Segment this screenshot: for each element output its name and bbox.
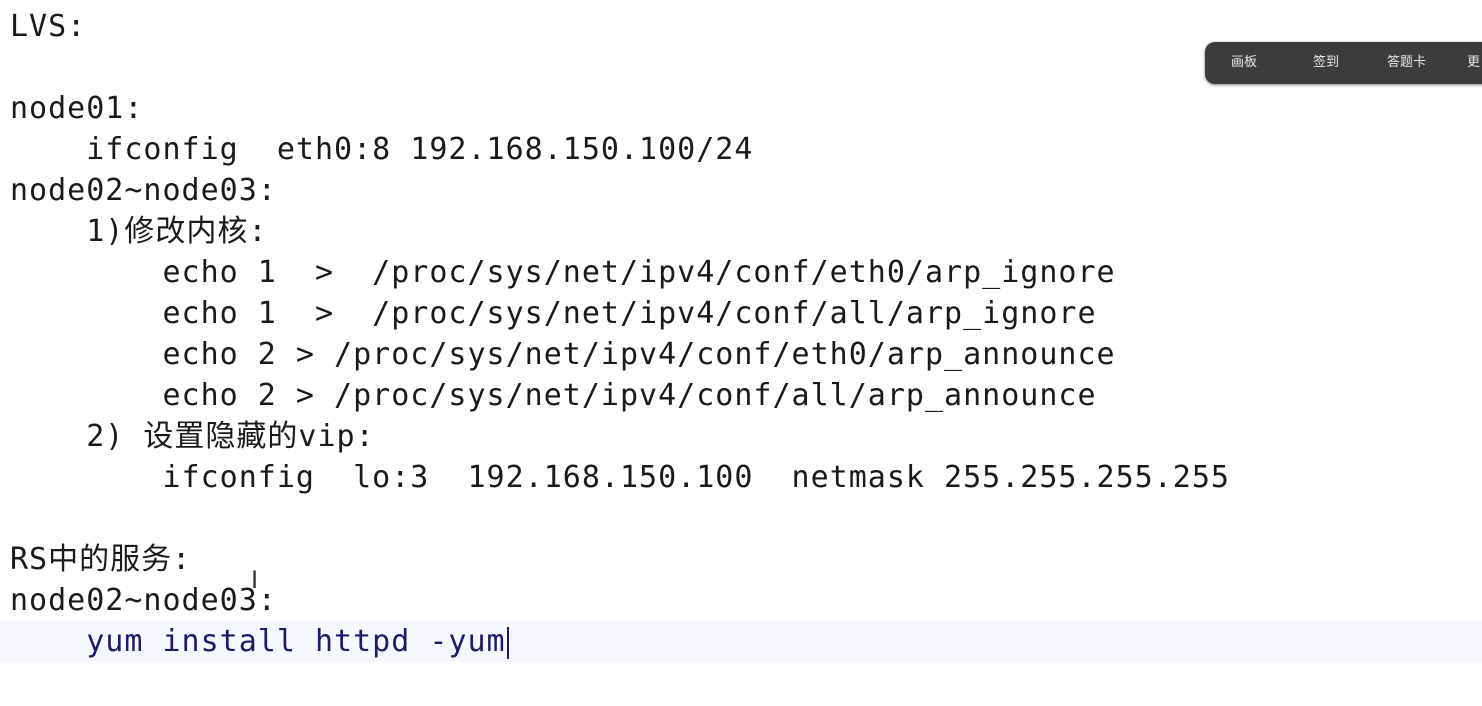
text-caret xyxy=(506,626,509,659)
editor-line[interactable]: echo 1 > /proc/sys/net/ipv4/conf/eth0/ar… xyxy=(10,252,1116,293)
ibeam-cursor-icon: I xyxy=(251,566,259,594)
editor-line[interactable]: node01: xyxy=(10,88,143,129)
toolbar-item-more[interactable]: 更 xyxy=(1467,42,1480,84)
editor-line[interactable]: 2) 设置隐藏的vip: xyxy=(10,416,375,457)
current-line-text: yum install httpd -yum xyxy=(10,624,506,659)
floating-toolbar: 画板 签到 答题卡 更 xyxy=(1205,42,1482,84)
editor-line[interactable]: 1)修改内核: xyxy=(10,211,267,252)
editor-line[interactable]: ifconfig eth0:8 192.168.150.100/24 xyxy=(10,129,753,170)
editor-line[interactable]: echo 2 > /proc/sys/net/ipv4/conf/all/arp… xyxy=(10,375,1097,416)
toolbar-item-checkin[interactable]: 签到 xyxy=(1313,42,1339,84)
editor-line[interactable]: LVS: xyxy=(10,6,86,47)
toolbar-item-answer-sheet[interactable]: 答题卡 xyxy=(1387,42,1426,84)
editor-line[interactable]: echo 2 > /proc/sys/net/ipv4/conf/eth0/ar… xyxy=(10,334,1116,375)
text-editor[interactable]: LVS: node01: ifconfig eth0:8 192.168.150… xyxy=(0,0,1482,706)
toolbar-item-whiteboard[interactable]: 画板 xyxy=(1231,42,1257,84)
editor-line[interactable]: echo 1 > /proc/sys/net/ipv4/conf/all/arp… xyxy=(10,293,1097,334)
editor-line[interactable]: node02~node03: xyxy=(10,170,277,211)
editor-line[interactable]: node02~node03: xyxy=(10,580,277,621)
editor-line-current[interactable]: yum install httpd -yum xyxy=(0,621,1482,662)
editor-line[interactable]: ifconfig lo:3 192.168.150.100 netmask 25… xyxy=(10,457,1230,498)
editor-line[interactable]: RS中的服务: xyxy=(10,539,191,580)
